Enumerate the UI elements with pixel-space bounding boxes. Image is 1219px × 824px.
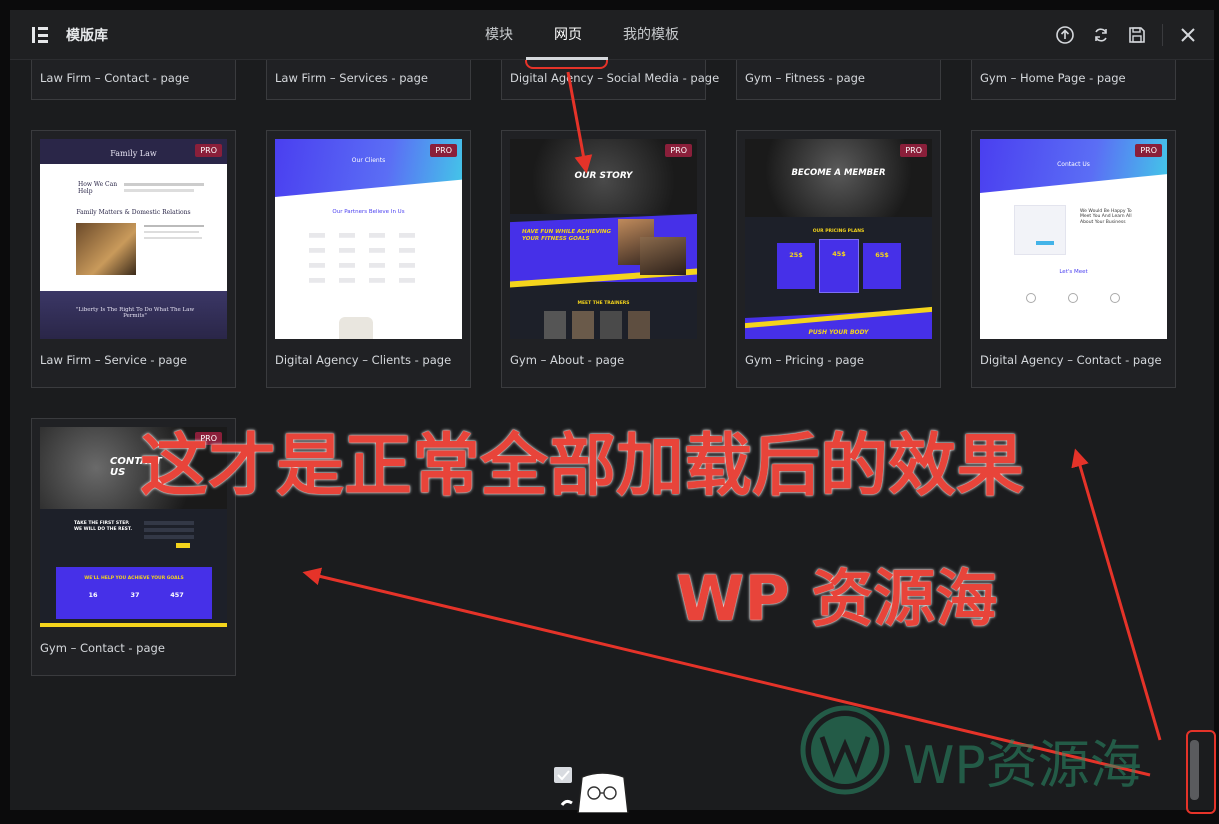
template-label: Gym – About - page [510, 353, 625, 367]
annotation-main-caption: 这才是正常全部加载后的效果 [140, 427, 1025, 506]
template-label: Digital Agency – Social Media - page [510, 71, 720, 85]
template-label: Law Firm – Service - page [40, 353, 187, 367]
template-label: Gym – Fitness - page [745, 71, 865, 85]
close-icon[interactable] [1178, 25, 1198, 45]
sync-icon[interactable] [1091, 25, 1111, 45]
elementor-logo-icon [32, 27, 48, 43]
template-card-law-firm-service[interactable]: Family Law How We Can Help Family Matter… [31, 130, 236, 388]
header-divider [1162, 24, 1163, 46]
template-label: Law Firm – Contact - page [40, 71, 190, 85]
template-card-agency-contact[interactable]: Contact Us We Would Be Happy To Meet You… [971, 130, 1176, 388]
library-header: 模版库 模块 网页 我的模板 [10, 10, 1214, 60]
template-thumbnail: Family Law How We Can Help Family Matter… [40, 139, 227, 339]
pro-badge: PRO [1135, 144, 1162, 157]
tab-my-templates[interactable]: 我的模板 [623, 24, 679, 44]
template-card-gym-about[interactable]: OUR STORY HAVE FUN WHILE ACHIEVING YOUR … [501, 130, 706, 388]
wordpress-logo-icon [800, 705, 890, 795]
pro-badge: PRO [900, 144, 927, 157]
mascot-illustration [554, 767, 629, 813]
watermark: WP资源海 [800, 705, 1200, 796]
scrollbar-track[interactable] [1199, 72, 1210, 810]
template-label: Law Firm – Services - page [275, 71, 428, 85]
template-label: Gym – Contact - page [40, 641, 165, 655]
template-thumbnail: BECOME A MEMBER OUR PRICING PLANS 25$ 45… [745, 139, 932, 339]
template-label: Digital Agency – Contact - page [980, 353, 1162, 367]
upload-icon[interactable] [1055, 25, 1075, 45]
library-title: 模版库 [66, 28, 108, 44]
template-thumbnail: Contact Us We Would Be Happy To Meet You… [980, 139, 1167, 339]
pro-badge: PRO [430, 144, 457, 157]
save-icon[interactable] [1127, 25, 1147, 45]
template-thumbnail: OUR STORY HAVE FUN WHILE ACHIEVING YOUR … [510, 139, 697, 339]
annotation-brand-caption: WP 资源海 [676, 562, 998, 635]
tab-blocks[interactable]: 模块 [485, 24, 513, 44]
template-thumbnail: Our Clients Our Partners Believe In Us P… [275, 139, 462, 339]
pro-badge: PRO [195, 144, 222, 157]
pro-badge: PRO [665, 144, 692, 157]
tab-pages[interactable]: 网页 [554, 24, 582, 44]
template-card-agency-clients[interactable]: Our Clients Our Partners Believe In Us P… [266, 130, 471, 388]
watermark-text: WP资源海 [903, 736, 1142, 796]
active-tab-indicator [526, 57, 608, 60]
template-label: Gym – Pricing - page [745, 353, 864, 367]
template-label: Digital Agency – Clients - page [275, 353, 452, 367]
template-card-gym-pricing[interactable]: BECOME A MEMBER OUR PRICING PLANS 25$ 45… [736, 130, 941, 388]
template-label: Gym – Home Page - page [980, 71, 1126, 85]
